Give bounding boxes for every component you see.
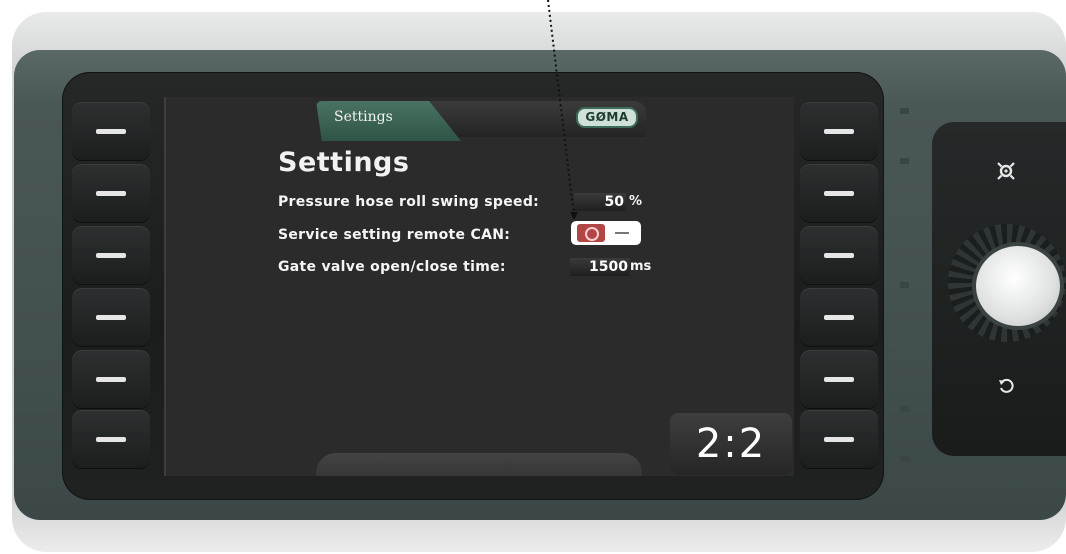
back-icon[interactable] (986, 376, 1026, 402)
left-softkey-1[interactable] (72, 102, 150, 160)
right-softkey-1[interactable] (800, 102, 878, 160)
left-softkey-2[interactable] (72, 164, 150, 222)
bottom-tab (316, 453, 642, 476)
page-title: Settings (278, 147, 410, 178)
page-indicator: 2:2 (670, 413, 792, 475)
status-led-3 (900, 282, 909, 288)
display-screen: Settings GØMA Settings Pressure hose rol… (164, 97, 794, 476)
right-softkey-6[interactable] (800, 410, 878, 468)
left-softkey-5[interactable] (72, 350, 150, 408)
left-softkey-3[interactable] (72, 226, 150, 284)
left-softkey-6[interactable] (72, 410, 150, 468)
tab-label: Settings (334, 109, 393, 125)
status-led-4 (900, 406, 909, 412)
status-led-5 (900, 456, 909, 462)
gate-valve-time-value[interactable]: 1500 (570, 258, 630, 276)
setting-label-remote-can: Service setting remote CAN: (278, 227, 511, 243)
left-softkey-4[interactable] (72, 288, 150, 346)
setting-label-swing-speed: Pressure hose roll swing speed: (278, 194, 540, 210)
right-softkey-4[interactable] (800, 288, 878, 346)
toggle-on-marker (615, 232, 629, 234)
swing-speed-unit: % (629, 194, 643, 209)
setting-label-gate-valve: Gate valve open/close time: (278, 259, 506, 275)
right-softkey-3[interactable] (800, 226, 878, 284)
pointer-arrow-icon (547, 0, 578, 220)
status-led-1 (900, 108, 909, 114)
alarm-light-icon[interactable] (986, 160, 1026, 188)
status-led-2 (900, 158, 909, 164)
rotary-knob-button[interactable] (976, 246, 1060, 326)
right-softkey-5[interactable] (800, 350, 878, 408)
gate-valve-time-unit: ms (630, 259, 652, 274)
right-softkey-2[interactable] (800, 164, 878, 222)
